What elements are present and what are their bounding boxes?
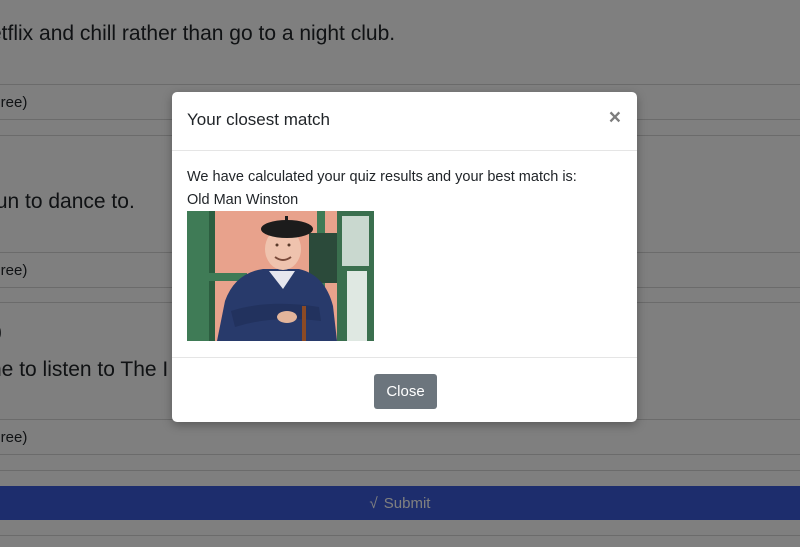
modal-header: Your closest match × — [172, 92, 637, 151]
old-man-photo-icon — [187, 211, 374, 341]
result-text: We have calculated your quiz results and… — [187, 169, 577, 185]
modal-title: Your closest match — [187, 110, 330, 129]
close-button[interactable]: Close — [374, 374, 437, 409]
match-modal: Your closest match × We have calculated … — [172, 92, 637, 422]
modal-footer: Close — [172, 358, 637, 423]
close-icon[interactable]: × — [609, 106, 621, 130]
modal-body: We have calculated your quiz results and… — [172, 151, 637, 358]
match-photo — [187, 211, 374, 341]
match-name: Old Man Winston — [187, 192, 299, 208]
